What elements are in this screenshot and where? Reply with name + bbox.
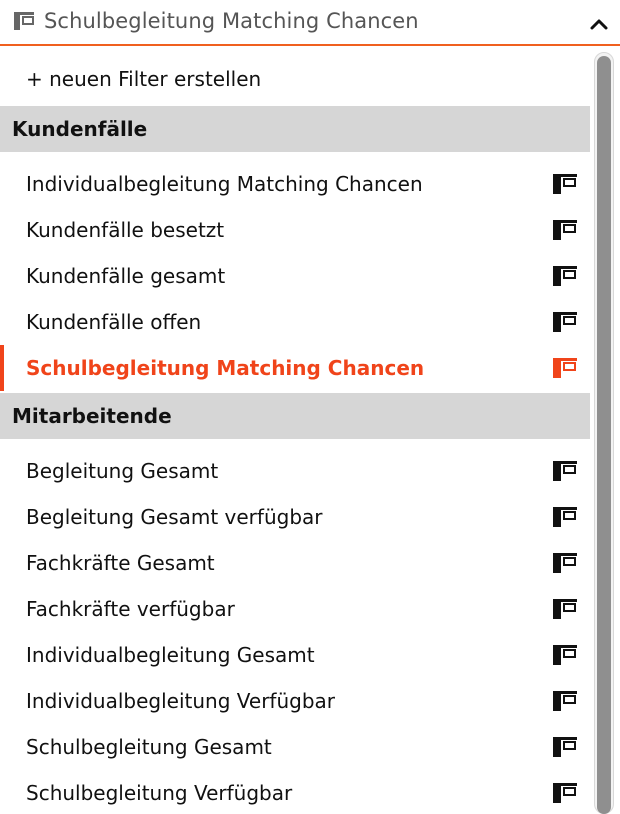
selected-filter-title: Schulbegleitung Matching Chancen [44, 9, 419, 33]
filter-item[interactable]: Kundenfälle offen [0, 299, 590, 345]
filter-item[interactable]: Individualbegleitung Gesamt [0, 632, 590, 678]
filter-item-label: Schulbegleitung Gesamt [26, 735, 272, 759]
filter-dropdown-header[interactable]: Schulbegleitung Matching Chancen [0, 0, 620, 46]
table-view-icon [553, 599, 577, 623]
group-header-kundenfaelle: Kundenfälle [0, 106, 590, 152]
filter-item-label: Kundenfälle besetzt [26, 218, 225, 242]
active-indicator [0, 345, 4, 391]
filter-item[interactable]: Begleitung Gesamt [0, 448, 590, 494]
group-title: Kundenfälle [12, 117, 148, 141]
filter-item[interactable]: Schulbegleitung Gesamt [0, 724, 590, 770]
filter-item[interactable]: Individualbegleitung Matching Chancen [0, 161, 590, 207]
filter-item[interactable]: Schulbegleitung Verfügbar [0, 770, 590, 814]
filter-item-label: Schulbegleitung Verfügbar [26, 781, 293, 805]
filter-item[interactable]: Kundenfälle gesamt [0, 253, 590, 299]
filter-item-label: Kundenfälle gesamt [26, 264, 226, 288]
filter-item-label: Kundenfälle offen [26, 310, 202, 334]
table-view-icon [553, 461, 577, 485]
filter-item-label: Begleitung Gesamt verfügbar [26, 505, 323, 529]
filter-list: + neuen Filter erstellen Kundenfälle Ind… [0, 46, 590, 814]
filter-item[interactable]: Fachkräfte verfügbar [0, 586, 590, 632]
filter-item[interactable]: Individualbegleitung Verfügbar [0, 678, 590, 724]
table-view-icon [14, 12, 34, 34]
table-view-icon [553, 691, 577, 715]
create-filter-button[interactable]: + neuen Filter erstellen [0, 46, 590, 92]
table-view-icon [553, 358, 577, 382]
group-header-mitarbeitende: Mitarbeitende [0, 393, 590, 439]
scrollbar-thumb[interactable] [597, 56, 611, 814]
filter-item-label: Begleitung Gesamt [26, 459, 219, 483]
table-view-icon [553, 645, 577, 669]
chevron-up-icon[interactable] [588, 13, 610, 35]
table-view-icon [553, 266, 577, 290]
table-view-icon [553, 220, 577, 244]
filter-item-label: Fachkräfte verfügbar [26, 597, 235, 621]
table-view-icon [553, 553, 577, 577]
filter-item-label: Individualbegleitung Gesamt [26, 643, 315, 667]
filter-item[interactable]: Kundenfälle besetzt [0, 207, 590, 253]
filter-item[interactable]: Begleitung Gesamt verfügbar [0, 494, 590, 540]
table-view-icon [553, 737, 577, 761]
table-view-icon [553, 312, 577, 336]
filter-item-label: Individualbegleitung Verfügbar [26, 689, 336, 713]
table-view-icon [553, 507, 577, 531]
filter-item-label: Schulbegleitung Matching Chancen [26, 356, 425, 380]
filter-item-label: Individualbegleitung Matching Chancen [26, 172, 423, 196]
group-title: Mitarbeitende [12, 404, 172, 428]
create-filter-label: + neuen Filter erstellen [26, 67, 262, 91]
table-view-icon [553, 174, 577, 198]
filter-item-active[interactable]: Schulbegleitung Matching Chancen [0, 345, 590, 391]
filter-item[interactable]: Fachkräfte Gesamt [0, 540, 590, 586]
filter-item-label: Fachkräfte Gesamt [26, 551, 215, 575]
table-view-icon [553, 783, 577, 807]
filter-dropdown-panel: Schulbegleitung Matching Chancen + neuen… [0, 0, 620, 814]
